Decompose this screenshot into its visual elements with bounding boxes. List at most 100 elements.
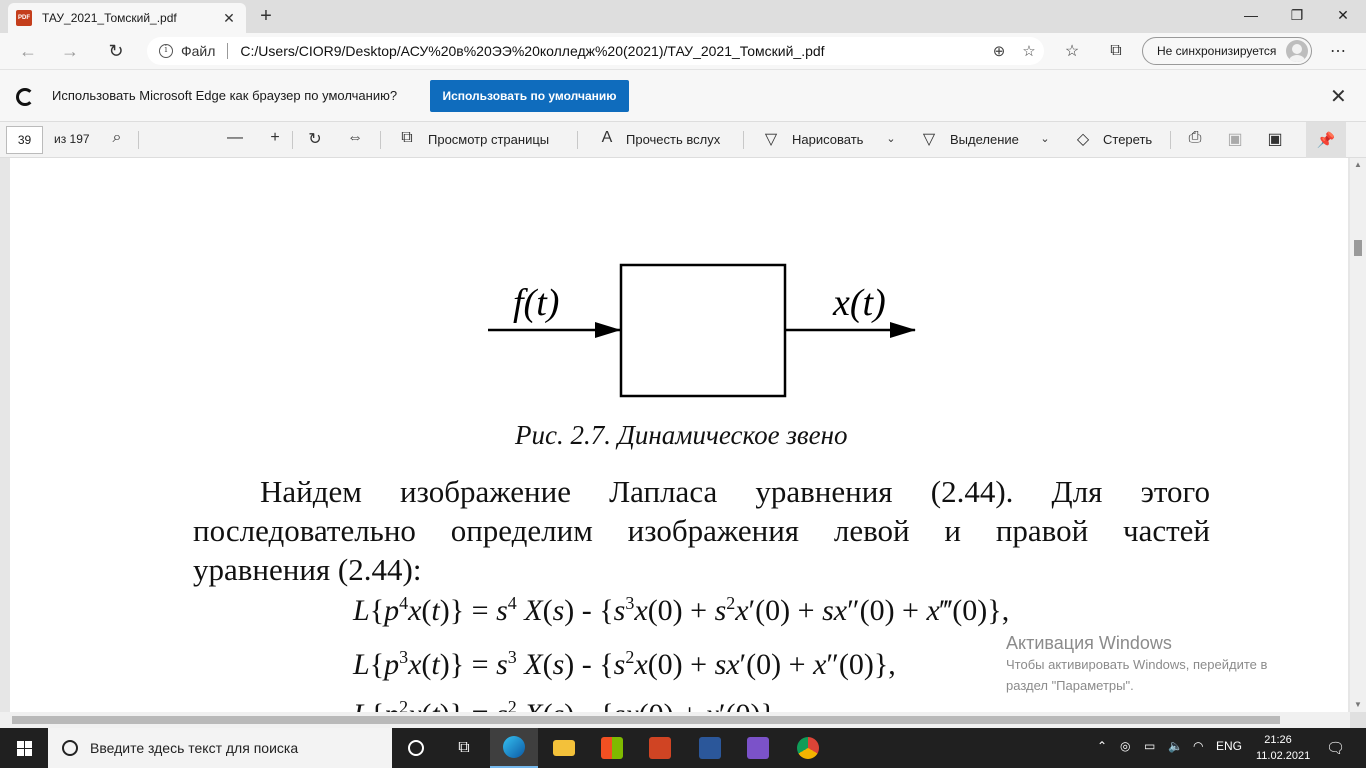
read-aloud-button[interactable]: Прочесть вслух bbox=[626, 132, 720, 147]
equation-3-partial: L{p2x(t)} = s2 X(s) - {sx(0) + x′(0)}, bbox=[353, 697, 782, 712]
divider bbox=[743, 131, 744, 149]
draw-button[interactable]: Нарисовать bbox=[792, 132, 863, 147]
dynamic-block bbox=[619, 263, 787, 398]
save-icon[interactable]: ▣ bbox=[1224, 129, 1246, 149]
vertical-scrollbar[interactable]: ▲ ▼ bbox=[1350, 158, 1366, 712]
page-total: из 197 bbox=[54, 132, 90, 146]
eraser-icon[interactable]: ◇ bbox=[1072, 129, 1094, 149]
search-icon[interactable]: ⌕ bbox=[106, 129, 128, 147]
pin-toolbar-icon[interactable]: 📌 bbox=[1306, 122, 1346, 158]
more-menu-icon[interactable]: ⋯ bbox=[1324, 39, 1352, 63]
favorites-icon[interactable]: ☆ bbox=[1058, 39, 1086, 63]
fit-width-icon[interactable]: ⇔ bbox=[344, 129, 366, 147]
tab-title: ТАУ_2021_Томский_.pdf bbox=[42, 11, 177, 25]
read-aloud-icon[interactable]: A bbox=[596, 129, 618, 147]
activation-watermark-line2: раздел "Параметры". bbox=[1006, 678, 1134, 693]
edge-taskbar-icon[interactable] bbox=[490, 728, 538, 768]
url-divider bbox=[227, 43, 229, 59]
highlight-icon[interactable]: ▽ bbox=[918, 129, 940, 149]
new-tab-button[interactable]: + bbox=[254, 4, 278, 28]
collections-icon[interactable]: ⧉ bbox=[1102, 39, 1130, 63]
infobar-close-icon[interactable]: ✕ bbox=[1330, 84, 1347, 109]
profile-button[interactable]: Не синхронизируется bbox=[1142, 37, 1312, 65]
scrollbar-corner bbox=[1350, 712, 1366, 728]
page-view-button[interactable]: Просмотр страницы bbox=[428, 132, 549, 147]
sync-status: Не синхронизируется bbox=[1157, 44, 1277, 58]
output-signal-label: x(t) bbox=[832, 282, 886, 324]
pdf-viewport[interactable]: f(t) x(t) Рис. 2.7. Динамическое звено Н… bbox=[0, 158, 1366, 712]
language-indicator[interactable]: ENG bbox=[1216, 739, 1242, 753]
scroll-up-icon[interactable]: ▲ bbox=[1354, 160, 1362, 169]
notification-center-icon[interactable]: 🗨 bbox=[1326, 739, 1345, 757]
powerpoint-icon[interactable] bbox=[636, 728, 684, 768]
set-default-button[interactable]: Использовать по умолчанию bbox=[430, 80, 629, 112]
vertical-scroll-thumb[interactable] bbox=[1354, 240, 1362, 256]
url-text[interactable]: C:/Users/CIOR9/Desktop/АСУ%20в%20ЭЭ%20ко… bbox=[240, 43, 984, 59]
taskbar-search-box[interactable]: Введите здесь текст для поиска bbox=[48, 728, 392, 768]
window-close-icon[interactable]: ✕ bbox=[1320, 0, 1366, 30]
pdf-icon: PDF bbox=[16, 10, 32, 26]
edge-logo-icon bbox=[16, 88, 34, 106]
divider bbox=[1170, 131, 1171, 149]
taskbar-search-placeholder: Введите здесь текст для поиска bbox=[90, 740, 299, 756]
wifi-icon[interactable]: ◠ bbox=[1193, 739, 1203, 753]
back-arrow-icon[interactable]: ← bbox=[14, 38, 42, 64]
url-field[interactable]: i Файл C:/Users/CIOR9/Desktop/АСУ%20в%20… bbox=[147, 37, 1044, 65]
horizontal-scrollbar[interactable] bbox=[0, 712, 1350, 728]
draw-chevron-down-icon[interactable]: ⌄ bbox=[880, 132, 902, 145]
highlight-chevron-down-icon[interactable]: ⌄ bbox=[1034, 132, 1056, 145]
network-status-icon[interactable]: ◎ bbox=[1120, 739, 1130, 753]
activation-watermark-title: Активация Windows bbox=[1006, 633, 1172, 653]
task-view-icon[interactable]: ⧉ bbox=[440, 728, 488, 768]
tab-close-icon[interactable]: ✕ bbox=[220, 10, 238, 27]
zoom-icon[interactable]: ⊕ bbox=[984, 42, 1014, 60]
page-view-icon[interactable]: ⧉ bbox=[396, 129, 418, 147]
minimize-icon[interactable]: — bbox=[1228, 0, 1274, 30]
store-icon[interactable] bbox=[588, 728, 636, 768]
horizontal-scroll-thumb[interactable] bbox=[12, 716, 1280, 724]
rotate-icon[interactable]: ↻ bbox=[304, 129, 326, 149]
cortana-icon[interactable] bbox=[392, 728, 440, 768]
refresh-icon[interactable]: ↻ bbox=[102, 38, 130, 64]
windows-logo-icon bbox=[16, 740, 32, 756]
windows-taskbar: Введите здесь текст для поиска ⧉ ⌃ ◎ ▭ 🔈… bbox=[0, 728, 1366, 768]
zoom-out-icon[interactable]: — bbox=[224, 129, 246, 147]
pdf-toolbar: 39 из 197 ⌕ — + ↻ ⇔ ⧉ Просмотр страницы … bbox=[0, 121, 1366, 158]
volume-icon[interactable]: 🔈 bbox=[1168, 739, 1183, 753]
divider bbox=[138, 131, 139, 149]
print-icon[interactable]: ⎙ bbox=[1184, 129, 1206, 147]
highlight-button[interactable]: Выделение bbox=[950, 132, 1019, 147]
save-as-icon[interactable]: ▣ bbox=[1264, 129, 1286, 149]
page-number-input[interactable]: 39 bbox=[6, 126, 43, 154]
tray-chevron-up-icon[interactable]: ⌃ bbox=[1097, 739, 1107, 753]
scroll-down-icon[interactable]: ▼ bbox=[1354, 700, 1362, 709]
start-button[interactable] bbox=[0, 728, 48, 768]
zoom-in-icon[interactable]: + bbox=[264, 129, 286, 147]
figure-caption: Рис. 2.7. Динамическое звено bbox=[515, 420, 848, 450]
maximize-icon[interactable]: ❐ bbox=[1274, 0, 1320, 30]
file-explorer-icon[interactable] bbox=[540, 728, 588, 768]
paragraph-line-2: последовательно определим изображения ле… bbox=[193, 513, 1210, 548]
info-icon[interactable]: i bbox=[159, 44, 173, 58]
draw-icon[interactable]: ▽ bbox=[760, 129, 782, 149]
search-icon bbox=[62, 740, 78, 756]
divider bbox=[577, 131, 578, 149]
block-diagram: f(t) x(t) bbox=[488, 263, 916, 398]
default-browser-infobar: Использовать Microsoft Edge как браузер … bbox=[0, 69, 1366, 121]
equation-2: L{p3x(t)} = s3 X(s) - {s2x(0) + sx′(0) +… bbox=[353, 647, 896, 681]
clock-date: 11.02.2021 bbox=[1256, 750, 1311, 762]
paragraph-line-1: Найдем изображение Лапласа уравнения (2.… bbox=[260, 474, 1210, 509]
equation-1: L{p4x(t)} = s4 X(s) - {s3x(0) + s2x′(0) … bbox=[353, 593, 1010, 627]
taskbar-clock[interactable]: 21:26 11.02.2021 bbox=[1256, 732, 1311, 764]
app-icon[interactable] bbox=[734, 728, 782, 768]
infobar-message: Использовать Microsoft Edge как браузер … bbox=[52, 88, 398, 103]
tab-strip: PDF ТАУ_2021_Томский_.pdf ✕ + — ❐ ✕ bbox=[0, 0, 1366, 33]
forward-arrow-icon[interactable]: → bbox=[56, 38, 84, 64]
word-icon[interactable] bbox=[686, 728, 734, 768]
tab-pdf-document[interactable]: PDF ТАУ_2021_Томский_.pdf ✕ bbox=[8, 3, 246, 33]
add-favorite-icon[interactable]: ☆ bbox=[1014, 42, 1044, 60]
divider bbox=[292, 131, 293, 149]
chrome-icon[interactable] bbox=[784, 728, 832, 768]
battery-icon[interactable]: ▭ bbox=[1144, 739, 1155, 753]
erase-button[interactable]: Стереть bbox=[1103, 132, 1152, 147]
